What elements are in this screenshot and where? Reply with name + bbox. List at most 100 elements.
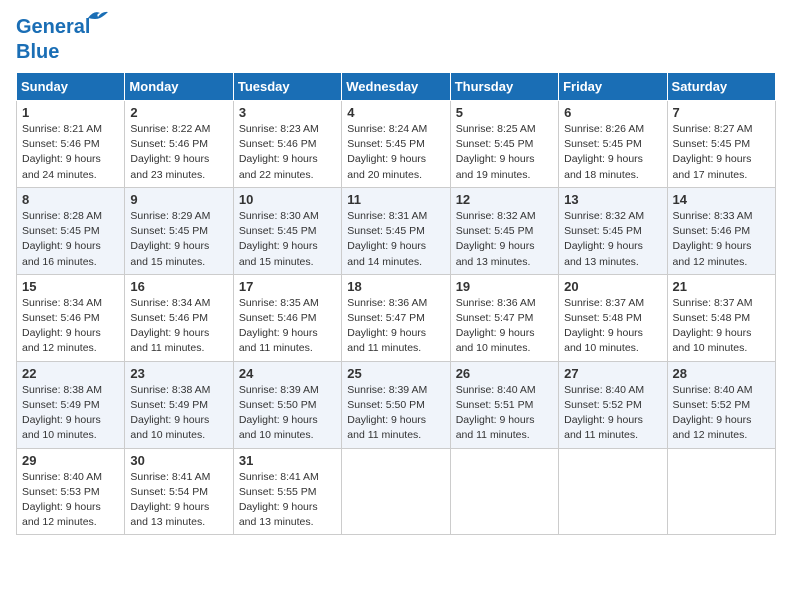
day-number: 27 (564, 366, 661, 381)
day-info: Sunrise: 8:41 AM Sunset: 5:54 PM Dayligh… (130, 470, 227, 531)
calendar-cell (450, 448, 558, 535)
day-info: Sunrise: 8:25 AM Sunset: 5:45 PM Dayligh… (456, 122, 553, 183)
day-number: 25 (347, 366, 444, 381)
day-info: Sunrise: 8:36 AM Sunset: 5:47 PM Dayligh… (347, 296, 444, 357)
calendar-cell: 13 Sunrise: 8:32 AM Sunset: 5:45 PM Dayli… (559, 187, 667, 274)
calendar-cell: 17Sunrise: 8:35 AM Sunset: 5:46 PM Dayli… (233, 274, 341, 361)
day-number: 3 (239, 105, 336, 120)
day-number: 4 (347, 105, 444, 120)
day-number: 31 (239, 453, 336, 468)
day-info: Sunrise: 8:36 AM Sunset: 5:47 PM Dayligh… (456, 296, 553, 357)
calendar-cell: 9 Sunrise: 8:29 AM Sunset: 5:45 PM Daylig… (125, 187, 233, 274)
day-number: 7 (673, 105, 770, 120)
calendar-cell: 8 Sunrise: 8:28 AM Sunset: 5:45 PM Daylig… (17, 187, 125, 274)
calendar-cell: 28Sunrise: 8:40 AM Sunset: 5:52 PM Dayli… (667, 361, 775, 448)
calendar-cell: 10Sunrise: 8:30 AM Sunset: 5:45 PM Dayli… (233, 187, 341, 274)
calendar-body: 1 Sunrise: 8:21 AM Sunset: 5:46 PM Daylig… (17, 101, 776, 535)
day-info: Sunrise: 8:38 AM Sunset: 5:49 PM Dayligh… (22, 383, 119, 444)
day-number: 1 (22, 105, 119, 120)
day-number: 29 (22, 453, 119, 468)
day-number: 13 (564, 192, 661, 207)
day-number: 14 (673, 192, 770, 207)
day-info: Sunrise: 8:40 AM Sunset: 5:52 PM Dayligh… (673, 383, 770, 444)
calendar-cell (559, 448, 667, 535)
logo-blue: Blue (16, 41, 59, 64)
calendar-cell: 15 Sunrise: 8:34 AM Sunset: 5:46 PM Dayli… (17, 274, 125, 361)
calendar-cell: 16 Sunrise: 8:34 AM Sunset: 5:46 PM Dayli… (125, 274, 233, 361)
day-number: 2 (130, 105, 227, 120)
calendar-day-header: Tuesday (233, 73, 341, 101)
day-number: 20 (564, 279, 661, 294)
logo-general: General (16, 16, 90, 38)
day-number: 12 (456, 192, 553, 207)
day-info: Sunrise: 8:21 AM Sunset: 5:46 PM Dayligh… (22, 122, 119, 183)
day-info: Sunrise: 8:34 AM Sunset: 5:46 PM Dayligh… (22, 296, 119, 357)
calendar-cell: 5 Sunrise: 8:25 AM Sunset: 5:45 PM Daylig… (450, 101, 558, 188)
page-header: General Blue (16, 16, 776, 64)
calendar-cell: 3Sunrise: 8:23 AM Sunset: 5:46 PM Daylig… (233, 101, 341, 188)
calendar-cell: 12 Sunrise: 8:32 AM Sunset: 5:45 PM Dayli… (450, 187, 558, 274)
day-number: 26 (456, 366, 553, 381)
day-number: 23 (130, 366, 227, 381)
day-info: Sunrise: 8:26 AM Sunset: 5:45 PM Dayligh… (564, 122, 661, 183)
calendar-week-row: 1 Sunrise: 8:21 AM Sunset: 5:46 PM Daylig… (17, 101, 776, 188)
day-info: Sunrise: 8:38 AM Sunset: 5:49 PM Dayligh… (130, 383, 227, 444)
day-number: 24 (239, 366, 336, 381)
day-number: 15 (22, 279, 119, 294)
calendar-cell (342, 448, 450, 535)
calendar-cell: 26 Sunrise: 8:40 AM Sunset: 5:51 PM Dayli… (450, 361, 558, 448)
calendar-cell: 2 Sunrise: 8:22 AM Sunset: 5:46 PM Daylig… (125, 101, 233, 188)
calendar-cell: 22 Sunrise: 8:38 AM Sunset: 5:49 PM Dayli… (17, 361, 125, 448)
day-number: 6 (564, 105, 661, 120)
day-number: 16 (130, 279, 227, 294)
day-number: 22 (22, 366, 119, 381)
day-info: Sunrise: 8:28 AM Sunset: 5:45 PM Dayligh… (22, 209, 119, 270)
calendar-cell: 7 Sunrise: 8:27 AM Sunset: 5:45 PM Daylig… (667, 101, 775, 188)
day-info: Sunrise: 8:40 AM Sunset: 5:51 PM Dayligh… (456, 383, 553, 444)
day-info: Sunrise: 8:39 AM Sunset: 5:50 PM Dayligh… (239, 383, 336, 444)
day-info: Sunrise: 8:33 AM Sunset: 5:46 PM Dayligh… (673, 209, 770, 270)
calendar-table: SundayMondayTuesdayWednesdayThursdayFrid… (16, 72, 776, 535)
day-info: Sunrise: 8:40 AM Sunset: 5:52 PM Dayligh… (564, 383, 661, 444)
calendar-cell: 18Sunrise: 8:36 AM Sunset: 5:47 PM Dayli… (342, 274, 450, 361)
day-info: Sunrise: 8:34 AM Sunset: 5:46 PM Dayligh… (130, 296, 227, 357)
calendar-cell: 11 Sunrise: 8:31 AM Sunset: 5:45 PM Dayli… (342, 187, 450, 274)
calendar-week-row: 29 Sunrise: 8:40 AM Sunset: 5:53 PM Dayli… (17, 448, 776, 535)
day-info: Sunrise: 8:27 AM Sunset: 5:45 PM Dayligh… (673, 122, 770, 183)
calendar-cell: 14 Sunrise: 8:33 AM Sunset: 5:46 PM Dayli… (667, 187, 775, 274)
day-info: Sunrise: 8:29 AM Sunset: 5:45 PM Dayligh… (130, 209, 227, 270)
day-info: Sunrise: 8:40 AM Sunset: 5:53 PM Dayligh… (22, 470, 119, 531)
day-info: Sunrise: 8:31 AM Sunset: 5:45 PM Dayligh… (347, 209, 444, 270)
calendar-cell: 4 Sunrise: 8:24 AM Sunset: 5:45 PM Daylig… (342, 101, 450, 188)
day-number: 19 (456, 279, 553, 294)
calendar-day-header: Thursday (450, 73, 558, 101)
day-info: Sunrise: 8:41 AM Sunset: 5:55 PM Dayligh… (239, 470, 336, 531)
calendar-cell: 21Sunrise: 8:37 AM Sunset: 5:48 PM Dayli… (667, 274, 775, 361)
day-info: Sunrise: 8:22 AM Sunset: 5:46 PM Dayligh… (130, 122, 227, 183)
day-number: 11 (347, 192, 444, 207)
calendar-day-header: Wednesday (342, 73, 450, 101)
calendar-cell: 29 Sunrise: 8:40 AM Sunset: 5:53 PM Dayli… (17, 448, 125, 535)
calendar-week-row: 22 Sunrise: 8:38 AM Sunset: 5:49 PM Dayli… (17, 361, 776, 448)
calendar-cell: 1 Sunrise: 8:21 AM Sunset: 5:46 PM Daylig… (17, 101, 125, 188)
logo-bird-icon (86, 8, 108, 24)
calendar-cell: 27 Sunrise: 8:40 AM Sunset: 5:52 PM Dayli… (559, 361, 667, 448)
day-info: Sunrise: 8:30 AM Sunset: 5:45 PM Dayligh… (239, 209, 336, 270)
day-info: Sunrise: 8:37 AM Sunset: 5:48 PM Dayligh… (564, 296, 661, 357)
calendar-day-header: Monday (125, 73, 233, 101)
day-info: Sunrise: 8:32 AM Sunset: 5:45 PM Dayligh… (564, 209, 661, 270)
calendar-week-row: 8 Sunrise: 8:28 AM Sunset: 5:45 PM Daylig… (17, 187, 776, 274)
day-info: Sunrise: 8:24 AM Sunset: 5:45 PM Dayligh… (347, 122, 444, 183)
day-info: Sunrise: 8:37 AM Sunset: 5:48 PM Dayligh… (673, 296, 770, 357)
calendar-week-row: 15 Sunrise: 8:34 AM Sunset: 5:46 PM Dayli… (17, 274, 776, 361)
calendar-cell: 25Sunrise: 8:39 AM Sunset: 5:50 PM Dayli… (342, 361, 450, 448)
day-number: 5 (456, 105, 553, 120)
day-number: 8 (22, 192, 119, 207)
day-info: Sunrise: 8:35 AM Sunset: 5:46 PM Dayligh… (239, 296, 336, 357)
calendar-day-header: Sunday (17, 73, 125, 101)
day-info: Sunrise: 8:32 AM Sunset: 5:45 PM Dayligh… (456, 209, 553, 270)
calendar-cell: 23 Sunrise: 8:38 AM Sunset: 5:49 PM Dayli… (125, 361, 233, 448)
day-number: 9 (130, 192, 227, 207)
calendar-day-header: Friday (559, 73, 667, 101)
day-number: 30 (130, 453, 227, 468)
